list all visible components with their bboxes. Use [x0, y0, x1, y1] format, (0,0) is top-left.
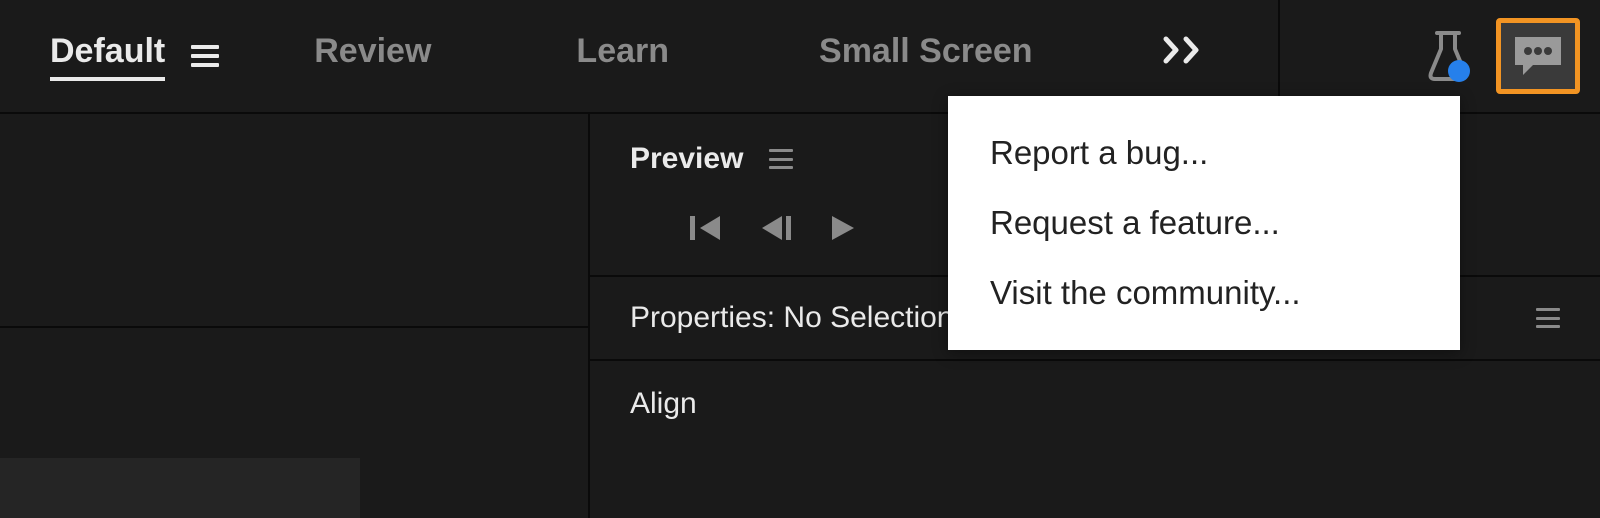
panel-menu-icon[interactable]	[769, 149, 793, 169]
workspace-tab-label: Small Screen	[819, 32, 1033, 81]
workspace-tab-label: Default	[50, 32, 165, 81]
workspace-tab-label: Learn	[576, 32, 669, 81]
step-back-icon[interactable]	[760, 214, 794, 247]
feedback-dropdown: Report a bug... Request a feature... Vis…	[948, 96, 1460, 350]
properties-title: Properties: No Selection	[630, 301, 954, 335]
align-panel: Align	[590, 361, 1600, 421]
align-title: Align	[630, 387, 697, 420]
left-panel-sub	[0, 458, 360, 518]
hamburger-icon[interactable]	[191, 45, 219, 67]
menu-item-report-bug[interactable]: Report a bug...	[948, 118, 1460, 188]
panel-menu-icon[interactable]	[1536, 308, 1560, 328]
workspace-tab-default[interactable]: Default	[50, 32, 264, 81]
feedback-icon[interactable]	[1496, 18, 1580, 94]
play-icon[interactable]	[830, 214, 856, 247]
workspace-tab-review[interactable]: Review	[314, 32, 476, 81]
workspace-tab-learn[interactable]: Learn	[576, 32, 714, 81]
skip-back-icon[interactable]	[690, 214, 724, 247]
preview-title: Preview	[630, 142, 743, 176]
left-panel	[0, 114, 590, 518]
menu-item-request-feature[interactable]: Request a feature...	[948, 188, 1460, 258]
workspace-tab-small-screen[interactable]: Small Screen	[819, 32, 1078, 81]
beaker-icon[interactable]	[1418, 26, 1478, 86]
workspace-overflow-button[interactable]	[1162, 35, 1210, 70]
menu-item-visit-community[interactable]: Visit the community...	[948, 258, 1460, 328]
right-icon-group	[1418, 18, 1580, 94]
workspace-tabs: Default Review Learn Small Screen	[50, 32, 1078, 81]
workspace-tab-label: Review	[314, 32, 431, 81]
panel-divider	[0, 326, 588, 328]
notification-dot-icon	[1448, 60, 1470, 82]
